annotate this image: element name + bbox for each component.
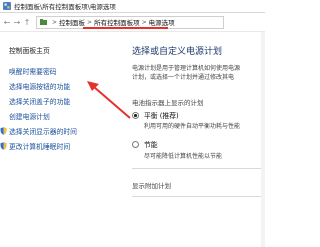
sidebar-home-link[interactable]: 控制面板主页 <box>9 45 50 55</box>
description-line: 电源计划是用于管理计算机如何使用电源 <box>132 65 241 72</box>
sidebar-item-create-plan[interactable]: 创建电源计划 <box>9 111 50 121</box>
battery-plans-heading: 电池指示器上显示的计划 <box>132 99 204 107</box>
forward-button[interactable]: → <box>12 16 22 28</box>
title-bar: 控制面板\所有控制面板项\电源选项 <box>0 0 265 13</box>
sidebar-item-label: 选择电源按钮的功能 <box>9 83 71 91</box>
page-title: 选择或自定义电源计划 <box>132 47 223 57</box>
breadcrumb-separator: > <box>52 18 58 26</box>
main-panel: 选择或自定义电源计划 电源计划是用于管理计算机如何使用电源 计划，或选择一个计划… <box>122 32 265 247</box>
sidebar-item-label: 选择关闭盖子的功能 <box>9 98 71 106</box>
sidebar-item-sleep-time[interactable]: 更改计算机睡眠时间 <box>0 141 71 151</box>
sidebar-item-lid-close[interactable]: 选择关闭盖子的功能 <box>9 96 70 106</box>
breadcrumb-power-options[interactable]: 电源选项 <box>149 17 175 27</box>
breadcrumb-control-panel[interactable]: 控制面板 <box>59 17 85 27</box>
divider <box>132 168 265 169</box>
window-title: 控制面板\所有控制面板项\电源选项 <box>14 3 116 11</box>
plan-balanced-name[interactable]: 平衡 (推荐) <box>144 110 179 120</box>
sidebar-item-label: 选择关闭显示器的时间 <box>9 128 77 136</box>
divider <box>132 196 265 197</box>
sidebar-item-label: 更改计算机睡眠时间 <box>9 143 71 151</box>
sidebar-item-display-off[interactable]: 选择关闭显示器的时间 <box>0 126 77 136</box>
plan-power-saver-radio[interactable] <box>132 141 139 148</box>
shield-icon <box>0 142 7 150</box>
up-button[interactable]: ↑ <box>22 16 32 28</box>
plan-balanced-description: 利用可用的硬件自动平衡功耗与性能 <box>144 123 241 130</box>
control-panel-icon <box>3 2 11 10</box>
page-description: 电源计划是用于管理计算机如何使用电源 计划，或选择一个计划并通过修改其电 <box>132 64 265 82</box>
annotation-underline <box>83 27 168 29</box>
sidebar-item-label: 创建电源计划 <box>9 113 50 121</box>
sidebar-item-power-button[interactable]: 选择电源按钮的功能 <box>9 81 70 91</box>
plan-power-saver-description: 尽可能降低计算机性能以节能 <box>144 153 223 160</box>
show-additional-plans[interactable]: 显示附加计划 <box>132 180 171 190</box>
description-line: 计划，或选择一个计划并通过修改其电 <box>132 74 235 81</box>
plan-balanced-radio[interactable] <box>132 112 139 119</box>
sidebar-item-wake-password[interactable]: 唤醒时需要密码 <box>9 66 57 76</box>
breadcrumb-separator: > <box>141 18 147 26</box>
back-button[interactable]: ← <box>2 16 12 28</box>
breadcrumb-separator: > <box>87 18 93 26</box>
shield-icon <box>0 127 7 135</box>
sidebar: 控制面板主页 唤醒时需要密码 选择电源按钮的功能 选择关闭盖子的功能 创建电源计… <box>0 32 122 247</box>
plan-power-saver-name[interactable]: 节能 <box>144 139 158 149</box>
control-panel-folder-icon <box>40 19 47 25</box>
sidebar-item-label: 唤醒时需要密码 <box>9 68 57 76</box>
scrollbar[interactable] <box>261 32 265 247</box>
breadcrumb-all-items[interactable]: 所有控制面板项 <box>94 17 140 27</box>
